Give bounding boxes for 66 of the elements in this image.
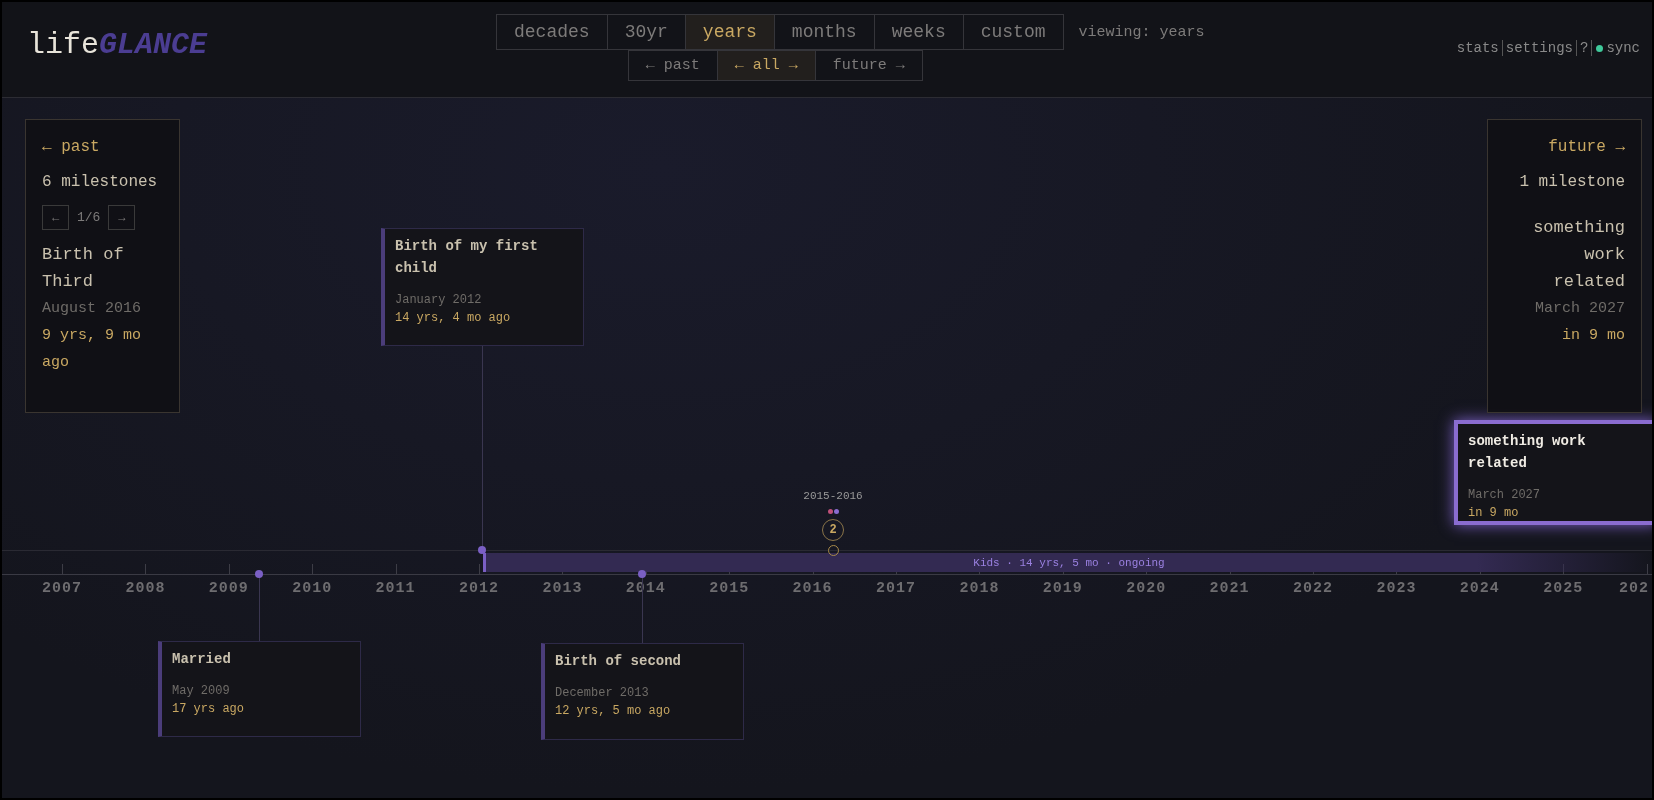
milestone-title: Birth of second	[555, 652, 683, 671]
year-label: 2025	[1543, 580, 1584, 597]
year-label: 2019	[1042, 580, 1083, 597]
year-label: 2015	[709, 580, 750, 597]
zoom-tab[interactable]: weeks	[873, 14, 964, 50]
panel-heading: future →	[1548, 137, 1625, 158]
sync-link[interactable]: sync	[1591, 40, 1640, 56]
milestone-title: Birth of Third	[42, 244, 125, 293]
year-label: 2022	[1293, 580, 1333, 597]
milestone-title: Married	[172, 650, 232, 669]
direction-tab[interactable]: future →	[814, 50, 923, 81]
milestone-card[interactable]: Married May 2009 17 yrs ago	[158, 641, 361, 737]
milestone-relative-time: 17 yrs ago	[172, 701, 245, 718]
year-label: 2011	[375, 580, 416, 597]
year-label: 2018	[959, 580, 1000, 597]
year-label: 2017	[876, 580, 916, 597]
year-label: 2007	[42, 580, 82, 597]
year-label: 2016	[792, 580, 833, 597]
range-label: Kids · 14 yrs, 5 mo · ongoing	[973, 556, 1165, 569]
milestone-date: May 2009	[172, 683, 231, 700]
next-button[interactable]: →	[108, 205, 136, 230]
cluster-label: 2015-2016	[803, 490, 863, 502]
milestone-date: December 2013	[555, 685, 650, 702]
year-label: 2021	[1209, 580, 1250, 597]
nav-link[interactable]: settings	[1501, 40, 1576, 56]
milestone-title: something work related	[1468, 432, 1587, 473]
zoom-tab[interactable]: custom	[962, 14, 1064, 50]
viewing-label: viewing: years	[1078, 23, 1205, 41]
milestone-relative-time: in 9 mo	[1562, 326, 1625, 346]
milestone-card[interactable]: something work related March 2027 in 9 mo	[1454, 420, 1652, 525]
app-logo: lifeGLANCE	[27, 28, 209, 62]
nav-link[interactable]: ?	[1576, 40, 1592, 56]
milestone-dot[interactable]	[478, 546, 486, 554]
year-label: 2013	[542, 580, 583, 597]
milestone-relative-time: 14 yrs, 4 mo ago	[395, 310, 512, 327]
milestone-count: 6 milestones	[42, 172, 159, 193]
milestone-date: March 2027	[1468, 487, 1541, 504]
year-label: 2012	[459, 580, 499, 597]
prev-button[interactable]: ←	[42, 205, 69, 230]
milestone-relative-time: in 9 mo	[1468, 505, 1520, 522]
page-indicator: 1/6	[77, 209, 101, 227]
panel-heading: ← past	[42, 137, 101, 158]
year-label: 2009	[208, 580, 249, 597]
milestone-date: August 2016	[42, 299, 143, 319]
milestone-relative-time: 9 yrs, 9 mo ago	[42, 326, 143, 373]
milestone-title: Birth of my first child	[395, 237, 539, 278]
milestone-dot[interactable]	[255, 570, 263, 578]
zoom-tab[interactable]: decades	[496, 14, 608, 50]
milestone-relative-time: 12 yrs, 5 mo ago	[555, 703, 672, 720]
year-label: 2024	[1459, 580, 1500, 597]
milestone-dot[interactable]	[638, 570, 646, 578]
milestone-date: January 2012	[395, 292, 483, 309]
year-label: 2023	[1376, 580, 1417, 597]
year-label: 2014	[625, 580, 666, 597]
milestone-count: 1 milestone	[1518, 172, 1625, 193]
nav-link[interactable]: stats	[1453, 40, 1502, 56]
milestone-title: something work related	[1532, 217, 1625, 293]
year-label: 2020	[1126, 580, 1167, 597]
milestone-date: March 2027	[1535, 299, 1625, 319]
year-label: 202	[1619, 580, 1649, 597]
milestone-card[interactable]: Birth of my first child January 2012 14 yrs, 4 mo ago	[381, 228, 584, 346]
milestone-card[interactable]: Birth of second December 2013 12 yrs, 5 mo ago	[541, 643, 744, 740]
direction-tab[interactable]: ← all →	[716, 50, 816, 81]
year-label: 2008	[125, 580, 166, 597]
year-label: 2010	[292, 580, 333, 597]
zoom-tab[interactable]: years	[684, 14, 775, 50]
